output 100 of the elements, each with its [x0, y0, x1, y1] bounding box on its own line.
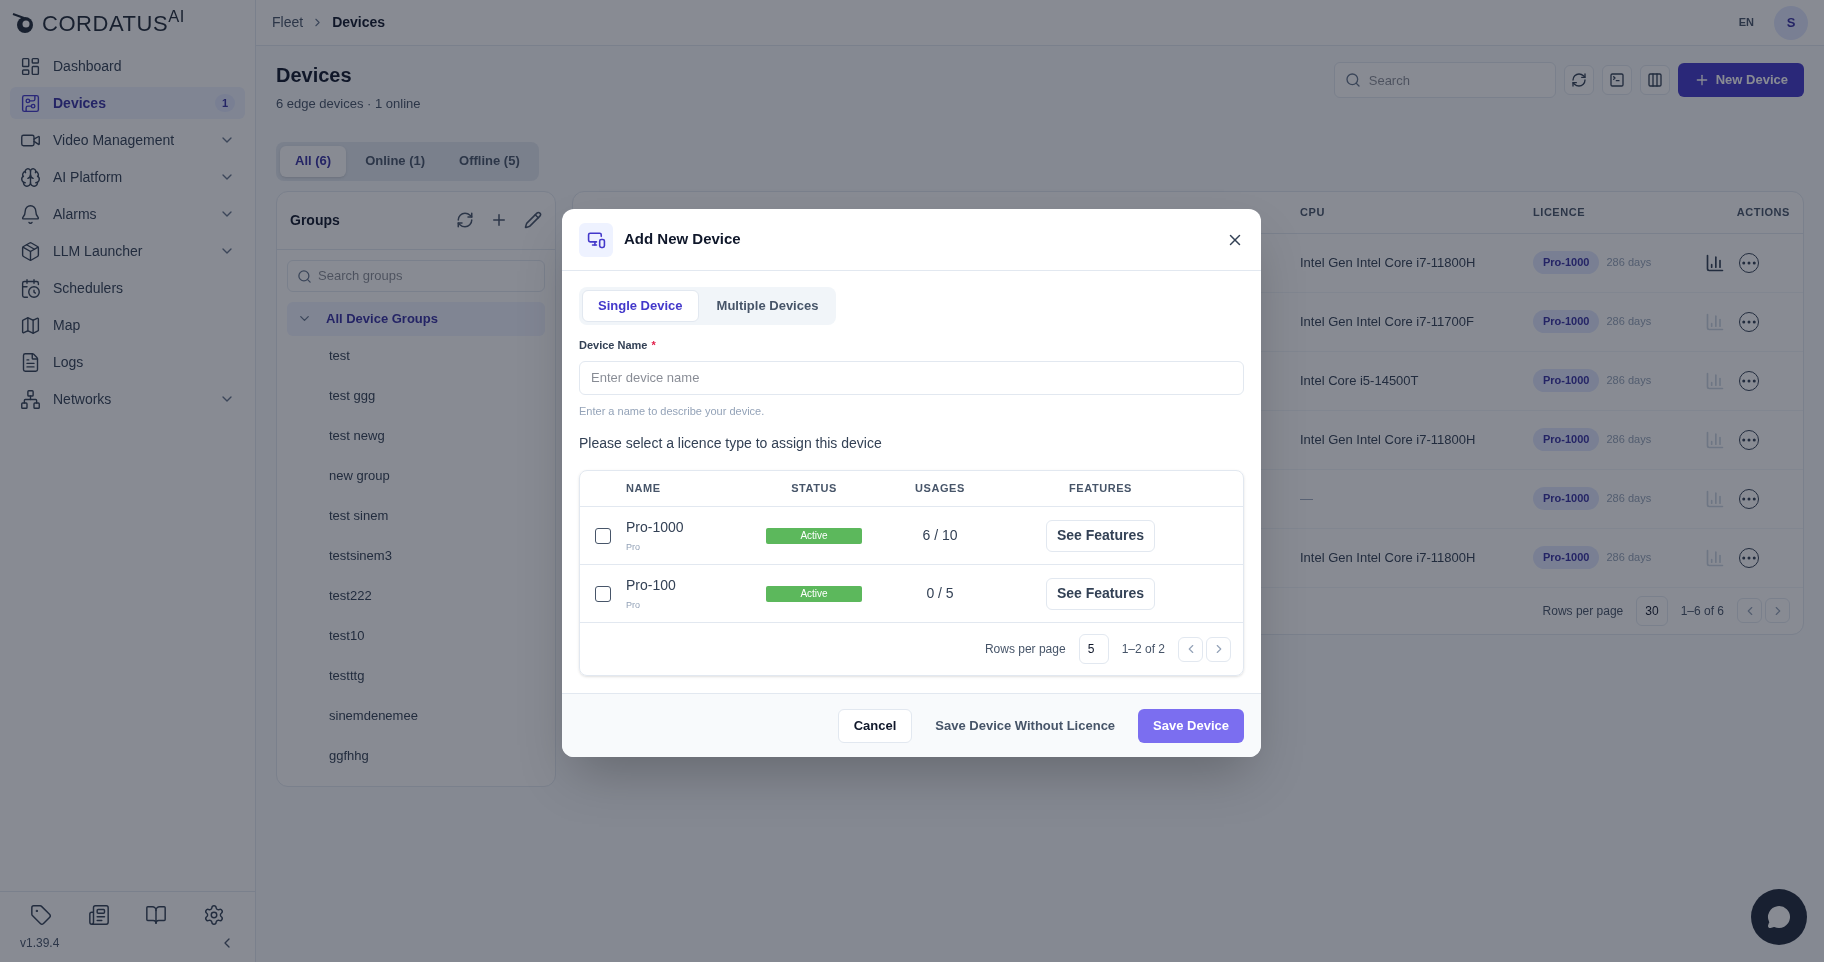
required-mark: *	[651, 338, 656, 353]
tree-item[interactable]: test ggg	[329, 385, 376, 406]
tree-item[interactable]: sinemdenemee	[329, 705, 418, 726]
tree-item[interactable]: testttg	[329, 665, 365, 686]
panel-title: Groups	[290, 210, 341, 230]
refresh-icon[interactable]	[456, 211, 474, 229]
row-checkbox[interactable]	[595, 527, 611, 544]
language-code[interactable]: EN	[1738, 14, 1754, 31]
filter-tab[interactable]: Offline (5)	[444, 145, 535, 177]
mode-tab[interactable]: Single Device	[582, 290, 699, 322]
settings-icon[interactable]	[203, 904, 226, 926]
status-badge: Active	[766, 527, 862, 544]
table-cell-text: Intel Gen Intel Core i7-11700F	[1300, 312, 1475, 331]
tree-item[interactable]: test sinem	[329, 505, 389, 526]
monitor-phone-icon	[586, 230, 606, 249]
group-search-field[interactable]: Search groups	[287, 259, 545, 292]
stats-icon[interactable]	[1705, 252, 1725, 273]
table-cell-text: Intel Gen Intel Core i7-11800H	[1300, 430, 1477, 449]
page-range: 1–2 of 2	[1121, 641, 1165, 658]
bell-icon	[20, 203, 41, 225]
logo-text: CORDATUS$^{AI}$	[42, 6, 185, 38]
sidebar-item[interactable]: Video Management	[10, 124, 245, 156]
modal-title: Add New Device	[624, 229, 742, 250]
column-header: FEATURES	[1068, 481, 1133, 497]
search-icon	[1344, 72, 1361, 88]
column-header: LICENCE	[1533, 204, 1587, 220]
tree-item[interactable]: All Device Groups	[287, 301, 545, 336]
sidebar-item[interactable]: Alarms	[10, 198, 245, 230]
licence-badge: Pro-1000	[1533, 546, 1600, 569]
column-header: STATUS	[790, 481, 838, 497]
tree-item[interactable]: test newg	[329, 425, 385, 446]
terminal-icon	[1608, 72, 1625, 88]
terminal-button[interactable]	[1601, 65, 1632, 95]
circuit-board-icon	[20, 92, 41, 114]
add-icon[interactable]	[490, 211, 508, 229]
sidebar-item[interactable]: Devices 1	[10, 87, 245, 119]
edit-icon[interactable]	[524, 211, 542, 229]
breadcrumb-link[interactable]: Fleet	[272, 12, 304, 33]
column-header: CPU	[1300, 204, 1326, 220]
column-header: ACTIONS	[1735, 204, 1791, 220]
chat-button[interactable]	[1751, 889, 1807, 945]
search-icon	[297, 268, 312, 284]
see-features-button[interactable]: See Features	[1045, 519, 1156, 552]
tree-item[interactable]: test10	[329, 625, 365, 646]
status-badge: Active	[766, 585, 862, 602]
tag-icon[interactable]	[29, 904, 52, 926]
brain-icon	[20, 166, 41, 188]
sidebar-item[interactable]: Dashboard	[10, 50, 245, 82]
device-name-field[interactable]: Enter device name	[579, 360, 1244, 395]
dialog-button[interactable]: Save Device Without Licence	[920, 708, 1131, 743]
new-device-button[interactable]: New Device	[1677, 63, 1804, 97]
user-avatar[interactable]: S	[1774, 5, 1808, 40]
page-title: Devices	[276, 63, 353, 88]
box-icon	[20, 240, 41, 262]
row-checkbox[interactable]	[595, 585, 611, 602]
tree-item[interactable]: test222	[329, 585, 372, 606]
tree-item[interactable]: ggfhhg	[329, 745, 369, 766]
filter-tab[interactable]: All (6)	[280, 145, 347, 177]
licence-name: Pro-100	[626, 575, 677, 595]
document-icon	[20, 351, 41, 373]
licence-badge: Pro-1000	[1533, 428, 1600, 451]
licence-prompt: Please select a licence type to assign this device	[579, 434, 883, 453]
dialog-button[interactable]: Cancel	[837, 708, 913, 743]
licence-tier-label: Pro	[626, 598, 641, 612]
search-field[interactable]: Search	[1333, 62, 1556, 98]
sidebar-item[interactable]: Schedulers	[10, 272, 245, 304]
sidebar-item[interactable]: Networks	[10, 383, 245, 415]
rows-per-page-select[interactable]: 30	[1636, 595, 1668, 626]
licence-name: Pro-1000	[626, 517, 685, 537]
table-cell-text: Intel Core i5-14500T	[1300, 371, 1420, 390]
chat-bubble-icon	[1767, 905, 1791, 929]
table-cell-text: —	[1300, 489, 1314, 508]
book-icon[interactable]	[145, 904, 168, 926]
count-badge: 1	[214, 93, 235, 113]
field-label: Device Name	[579, 338, 648, 353]
tree-item[interactable]: new group	[329, 465, 390, 486]
sidebar-item[interactable]: Logs	[10, 346, 245, 378]
column-header: NAME	[626, 481, 662, 497]
sidebar-item[interactable]: Map	[10, 309, 245, 341]
table-cell-text: Intel Gen Intel Core i7-11800H	[1300, 548, 1477, 567]
licence-tier-label: Pro	[626, 540, 641, 554]
refresh-button[interactable]	[1563, 65, 1594, 95]
version-label: v1.39.4	[20, 935, 60, 952]
table-cell-text: Intel Gen Intel Core i7-11800H	[1300, 253, 1477, 272]
rows-per-page-select[interactable]: 5	[1078, 634, 1109, 664]
dialog-button[interactable]: Save Device	[1138, 708, 1244, 743]
usage-count: 0 / 5	[925, 584, 955, 603]
sidebar-item[interactable]: LLM Launcher	[10, 235, 245, 267]
columns-button[interactable]	[1639, 65, 1670, 95]
tree-item[interactable]: test	[329, 345, 350, 366]
mode-tab[interactable]: Multiple Devices	[701, 290, 834, 322]
sidebar-item[interactable]: AI Platform	[10, 161, 245, 193]
network-icon	[20, 388, 41, 410]
licence-badge: Pro-1000	[1533, 369, 1600, 392]
refresh-icon	[1570, 72, 1587, 88]
see-features-button[interactable]: See Features	[1045, 577, 1156, 610]
columns-icon	[1646, 72, 1663, 88]
filter-tab[interactable]: Online (1)	[350, 145, 441, 177]
newspaper-icon[interactable]	[87, 904, 110, 926]
tree-item[interactable]: testsinem3	[329, 545, 392, 566]
